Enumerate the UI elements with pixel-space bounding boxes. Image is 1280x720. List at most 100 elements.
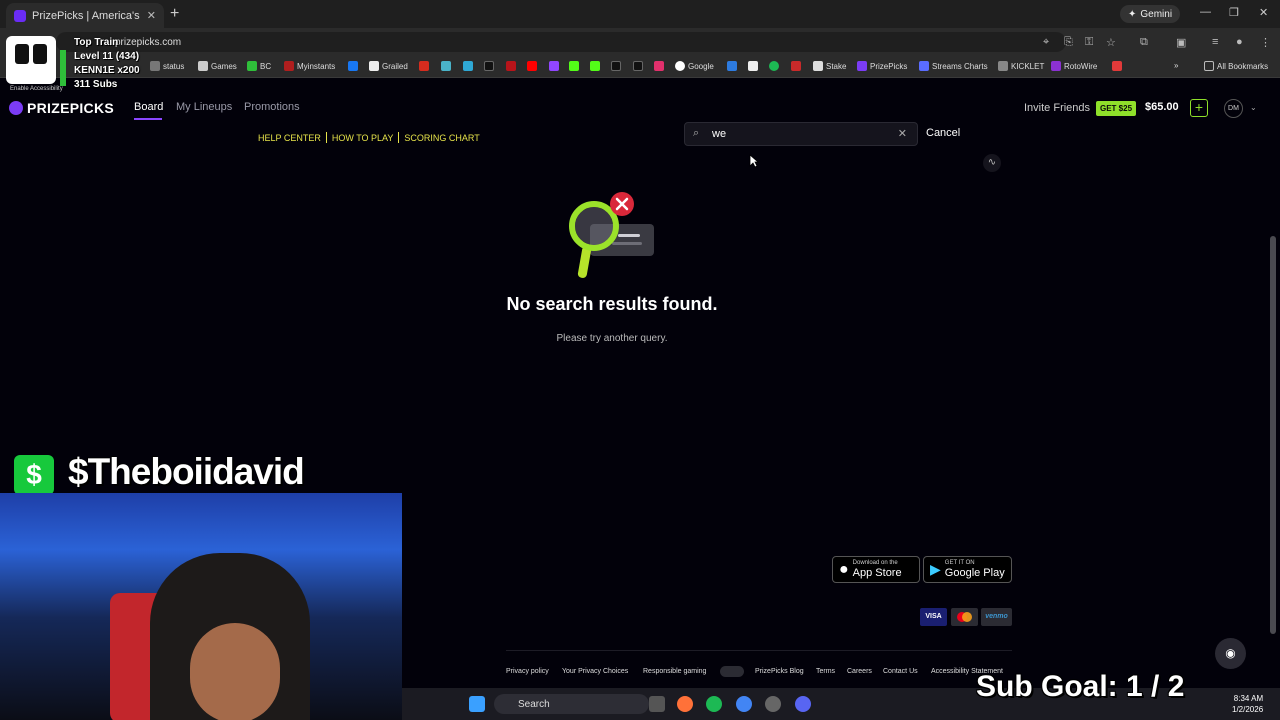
chevron-down-icon[interactable]: ⌄ — [1250, 103, 1257, 112]
app-store-text: App Store — [852, 567, 902, 579]
prizepicks-logo[interactable]: PRIZEPICKS — [9, 100, 114, 116]
spotify-taskbar-icon[interactable] — [706, 696, 722, 712]
bookmark-bc[interactable]: BC — [247, 61, 271, 71]
password-key-icon[interactable]: ⚿ — [1085, 36, 1093, 49]
gemini-button[interactable]: ✦ Gemini — [1120, 5, 1181, 23]
twitch-icon[interactable] — [549, 61, 559, 71]
blog-link[interactable]: PrizePicks Blog — [755, 668, 804, 675]
nav-my-lineups[interactable]: My Lineups — [176, 101, 232, 113]
task-view-icon[interactable] — [649, 696, 665, 712]
divider — [398, 132, 400, 143]
bookmark-kicklet[interactable]: KICKLET — [998, 61, 1044, 71]
location-icon[interactable]: ⌖ — [1043, 36, 1049, 49]
bookmark-grailed[interactable]: Grailed — [369, 61, 408, 71]
bookmark-prizepicks[interactable]: PrizePicks — [857, 61, 907, 71]
close-tab-icon[interactable]: ✕ — [147, 9, 156, 22]
chrome-icon[interactable] — [736, 696, 752, 712]
footer-divider — [506, 650, 1012, 651]
spotify-icon[interactable] — [769, 61, 779, 71]
bookmark-stake[interactable]: Stake — [813, 61, 846, 71]
taskbar-search-label: Search — [518, 698, 550, 710]
prizepicks-logo-icon — [9, 101, 23, 115]
privacy-choices-link[interactable]: Your Privacy Choices — [562, 668, 628, 675]
profile-icon[interactable]: ● — [1236, 36, 1243, 48]
empty-state-title: No search results found. — [506, 294, 718, 314]
instagram-icon[interactable] — [654, 61, 664, 71]
bookmark-icon-4[interactable] — [484, 61, 494, 71]
help-center-link[interactable]: HELP CENTER — [258, 133, 321, 143]
nav-board[interactable]: Board — [134, 101, 163, 113]
bookmark-star-icon[interactable]: ☆ — [1106, 36, 1116, 49]
streamer-face — [190, 623, 280, 720]
tiktok-icon[interactable] — [611, 61, 621, 71]
amazon-icon[interactable] — [748, 61, 758, 71]
youtube-icon[interactable] — [527, 61, 537, 71]
sidebar-icon[interactable]: ▣ — [1176, 36, 1186, 49]
windows-start-icon[interactable] — [469, 696, 485, 712]
firefox-icon[interactable] — [677, 696, 693, 712]
bookmark-games[interactable]: Games — [198, 61, 237, 71]
bookmark-icon-3[interactable] — [463, 61, 473, 71]
close-window-icon[interactable]: ✕ — [1259, 6, 1268, 19]
bookmark-rotowire[interactable]: RotoWire — [1051, 61, 1097, 71]
invite-friends-link[interactable]: Invite Friends — [1024, 102, 1090, 114]
menu-dots-icon[interactable]: ⋮ — [1260, 36, 1271, 49]
bookmark-icon-2[interactable] — [441, 61, 451, 71]
facebook-icon[interactable] — [348, 61, 358, 71]
apple-icon: ● — [839, 560, 849, 578]
browser-tab[interactable]: PrizePicks | America's #1 Fanta ✕ — [6, 3, 164, 28]
mouse-cursor-icon — [749, 154, 759, 168]
bookmark-myinstants[interactable]: Myinstants — [284, 61, 335, 71]
accessibility-hint[interactable]: Enable Accessibility — [10, 86, 63, 92]
bookmark-icon-1[interactable] — [419, 61, 429, 71]
kick-icon[interactable] — [590, 61, 600, 71]
system-clock[interactable]: 8:34 AM 1/2/2026 — [1232, 693, 1263, 715]
omnibox[interactable] — [56, 32, 1066, 52]
app-store-badge[interactable]: ● Download on the App Store — [832, 556, 920, 583]
how-to-play-link[interactable]: HOW TO PLAY — [332, 133, 394, 143]
bookmark-streams-charts[interactable]: Streams Charts — [919, 61, 988, 71]
careers-link[interactable]: Careers — [847, 668, 872, 675]
minimize-icon[interactable]: — — [1200, 6, 1211, 18]
avatar[interactable]: DM — [1224, 99, 1243, 118]
url-text[interactable]: prizepicks.com — [115, 37, 181, 48]
x-icon[interactable] — [633, 61, 643, 71]
discord-icon[interactable] — [795, 696, 811, 712]
bookmark-status[interactable]: status — [150, 61, 184, 71]
restore-icon[interactable]: ❐ — [1229, 6, 1239, 19]
cancel-search-button[interactable]: Cancel — [926, 127, 960, 139]
media-icon[interactable]: ≡ — [1212, 36, 1218, 48]
app-store-small-text: Download on the — [852, 560, 898, 566]
page-scrollbar[interactable] — [1270, 236, 1276, 634]
extensions-icon[interactable]: ⧉ — [1140, 36, 1148, 49]
bookmark-icon-5[interactable] — [506, 61, 516, 71]
bookmark-icon-7[interactable] — [791, 61, 801, 71]
train-subs: 311 Subs — [74, 79, 118, 90]
taskbar-search[interactable]: Search — [494, 694, 649, 714]
search-input[interactable] — [712, 126, 892, 142]
google-play-badge[interactable]: ▶ GET IT ON Google Play — [923, 556, 1012, 583]
clear-search-icon[interactable]: ✕ — [898, 127, 907, 140]
account-balance: $65.00 — [1145, 101, 1179, 113]
scoring-chart-link[interactable]: SCORING CHART — [404, 133, 479, 143]
referral-badge[interactable]: GET $25 — [1096, 101, 1137, 116]
kick-play-icon[interactable] — [569, 61, 579, 71]
responsible-gaming-link[interactable]: Responsible gaming — [643, 668, 706, 675]
bookmark-icon-6[interactable] — [727, 61, 737, 71]
install-icon[interactable]: ⎘ — [1064, 36, 1073, 49]
add-funds-button[interactable]: + — [1190, 99, 1208, 117]
terms-link[interactable]: Terms — [816, 668, 835, 675]
bookmark-icon-8[interactable] — [1112, 61, 1122, 71]
webcam-feed — [0, 493, 402, 720]
more-bookmarks-icon[interactable]: » — [1174, 61, 1178, 70]
privacy-policy-link[interactable]: Privacy policy — [506, 668, 549, 675]
new-tab-icon[interactable]: + — [170, 5, 179, 23]
contact-us-link[interactable]: Contact Us — [883, 668, 918, 675]
google-play-small-text: GET IT ON — [944, 560, 975, 566]
all-bookmarks[interactable]: All Bookmarks — [1204, 61, 1268, 71]
obs-icon[interactable] — [765, 696, 781, 712]
nav-promotions[interactable]: Promotions — [244, 101, 300, 113]
bookmark-google[interactable]: Google — [675, 61, 714, 71]
activity-pulse-icon[interactable]: ∿ — [983, 154, 1001, 172]
chat-support-button[interactable]: ◉ — [1215, 638, 1246, 669]
